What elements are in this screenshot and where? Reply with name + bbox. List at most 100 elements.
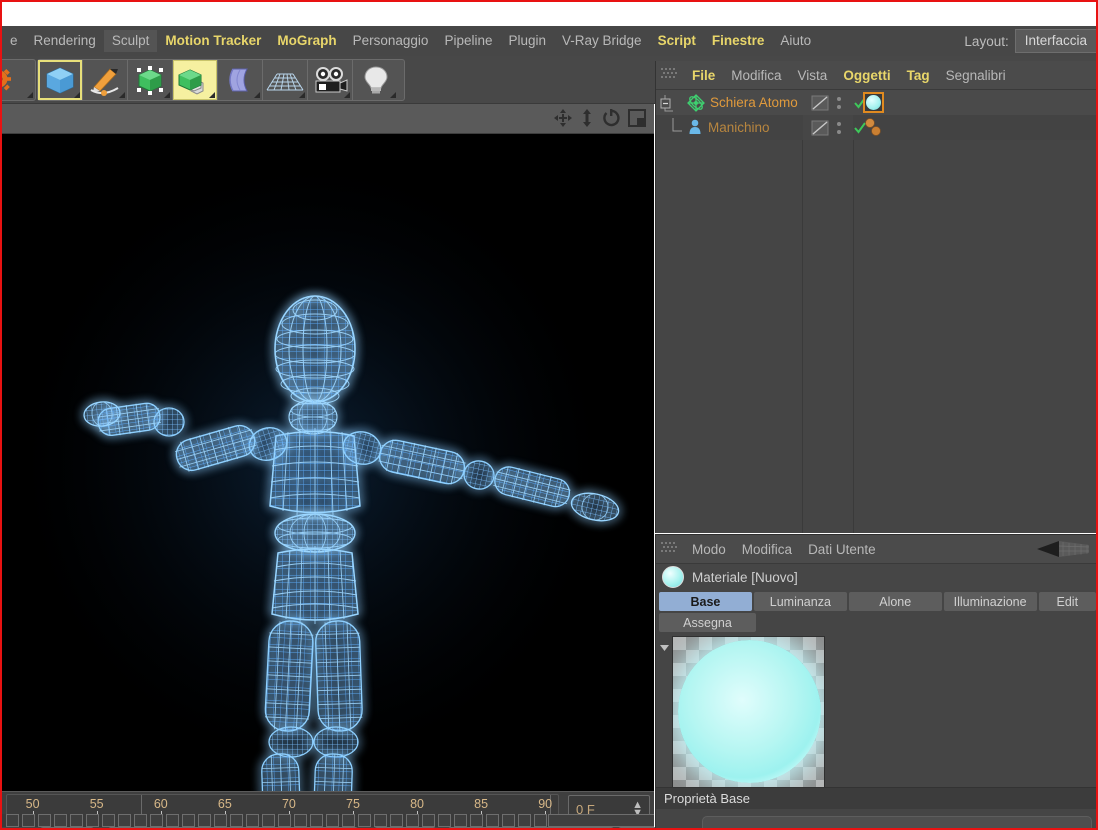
keyframe-cell[interactable] [214,814,227,827]
keyframe-cell[interactable] [166,814,179,827]
move-icon[interactable] [554,109,572,132]
tab-illuminazione[interactable]: Illuminazione [943,592,1037,611]
menu-item-aiuto[interactable]: Aiuto [772,30,819,52]
om-menu-file[interactable]: File [684,66,723,85]
cinema4d-window: e Rendering Sculpt Motion Tracker MoGrap… [0,0,1098,830]
tab-luminanza[interactable]: Luminanza [753,592,847,611]
attribute-manager: Modo Modifica Dati Utente Materiale [Nuo… [655,534,1096,828]
keyframe-cell[interactable] [294,814,307,827]
object-name-label[interactable]: Manichino [704,120,770,135]
grid-floor-icon[interactable] [263,60,308,100]
keyframe-cell[interactable] [22,814,35,827]
tab-alone[interactable]: Alone [848,592,942,611]
points-mode-icon[interactable] [128,60,173,100]
keyframe-cell[interactable] [358,814,371,827]
keyframe-cell[interactable] [278,814,291,827]
visibility-dots-icon[interactable] [835,120,843,136]
camera-icon[interactable] [308,60,353,100]
am-menu-modifica[interactable]: Modifica [734,540,800,559]
panel-grip-icon[interactable] [661,68,678,82]
am-menu-dati-utente[interactable]: Dati Utente [800,540,884,559]
tab-assegna[interactable]: Assegna [659,613,756,632]
keyframe-cell[interactable] [486,814,499,827]
material-preview[interactable] [672,636,825,788]
menu-item-0[interactable]: e [2,30,26,52]
keyframe-cell[interactable] [182,814,195,827]
spline-pen-icon[interactable] [83,60,128,100]
tab-edit[interactable]: Edit [1038,592,1096,611]
object-manager-menubar: File Modifica Vista Oggetti Tag Segnalib… [656,61,1096,90]
keyframe-cell[interactable] [134,814,147,827]
keyframe-cell[interactable] [198,814,211,827]
menu-item-script[interactable]: Script [650,30,704,52]
section-title-label: Proprietà Base [664,791,750,806]
property-field-partial[interactable] [702,816,1092,828]
om-menu-tag[interactable]: Tag [899,66,938,85]
keyframe-cell[interactable] [70,814,83,827]
material-tag[interactable] [863,92,884,113]
keyframe-cell[interactable] [38,814,51,827]
panel-grip-icon[interactable] [661,542,678,556]
layout-dropdown[interactable]: Interfaccia [1014,29,1096,53]
scale-icon[interactable] [580,109,594,132]
keyframe-cell[interactable] [6,814,19,827]
tag-cell [863,115,885,140]
om-menu-oggetti[interactable]: Oggetti [835,66,898,85]
menu-item-sculpt[interactable]: Sculpt [103,30,158,52]
om-menu-modifica[interactable]: Modifica [723,66,789,85]
attribute-tabs-row1: Base Luminanza Alone Illuminazione Edit [656,590,1096,611]
keyframe-cell[interactable] [438,814,451,827]
viewport-3d[interactable] [2,134,654,791]
visibility-dots-icon[interactable] [835,95,843,111]
light-icon[interactable] [353,60,398,100]
deformer-icon[interactable] [218,60,263,100]
layer-slash-icon[interactable] [811,95,829,111]
keyframe-cell[interactable] [102,814,115,827]
object-name-label[interactable]: Schiera Atomo [706,95,798,110]
keyframe-cell[interactable] [422,814,435,827]
keyframe-cell[interactable] [310,814,323,827]
keyframe-cell[interactable] [150,814,163,827]
object-mode-icon[interactable] [38,60,83,100]
attribute-tabs-row2: Assegna [656,611,1096,632]
rotate-icon[interactable] [602,109,620,132]
menu-item-motion-tracker[interactable]: Motion Tracker [157,30,269,52]
keyframe-cell[interactable] [54,814,67,827]
keyframe-cell[interactable] [342,814,355,827]
layer-slash-icon[interactable] [811,120,829,136]
menu-item-vray-bridge[interactable]: V-Ray Bridge [554,30,650,52]
keyframe-cell[interactable] [502,814,515,827]
menu-item-personaggio[interactable]: Personaggio [345,30,437,52]
menu-item-plugin[interactable]: Plugin [500,30,554,52]
maximize-icon[interactable] [628,109,646,132]
undo-redo-gear-icon[interactable] [2,60,35,100]
viewport-nav-icons [554,109,646,132]
keyframe-cell[interactable] [390,814,403,827]
array-clone-icon[interactable] [173,60,218,100]
tab-base[interactable]: Base [659,592,752,611]
dots-tag[interactable] [863,117,885,139]
table-row[interactable]: Schiera Atomo [656,90,1096,115]
menu-item-mograph[interactable]: MoGraph [269,30,344,52]
keyframe-cell[interactable] [470,814,483,827]
menu-item-rendering[interactable]: Rendering [26,30,104,52]
expand-collapse-icon[interactable] [660,91,686,115]
keyframe-cell[interactable] [262,814,275,827]
am-menu-modo[interactable]: Modo [684,540,734,559]
keyframe-cell[interactable] [518,814,531,827]
om-menu-vista[interactable]: Vista [790,66,836,85]
menu-item-finestre[interactable]: Finestre [704,30,773,52]
table-row[interactable]: Manichino [656,115,1096,140]
keyframe-cell[interactable] [230,814,243,827]
menu-item-pipeline[interactable]: Pipeline [436,30,500,52]
om-menu-segnalibri[interactable]: Segnalibri [938,66,1014,85]
keyframe-cell[interactable] [326,814,339,827]
keyframe-cell[interactable] [374,814,387,827]
keyframe-cell[interactable] [534,814,547,827]
keyframe-cell[interactable] [246,814,259,827]
keyframe-cell[interactable] [86,814,99,827]
keyframe-cell[interactable] [118,814,131,827]
keyframe-cell[interactable] [454,814,467,827]
collapse-triangle-icon[interactable] [660,636,672,788]
keyframe-cell[interactable] [406,814,419,827]
